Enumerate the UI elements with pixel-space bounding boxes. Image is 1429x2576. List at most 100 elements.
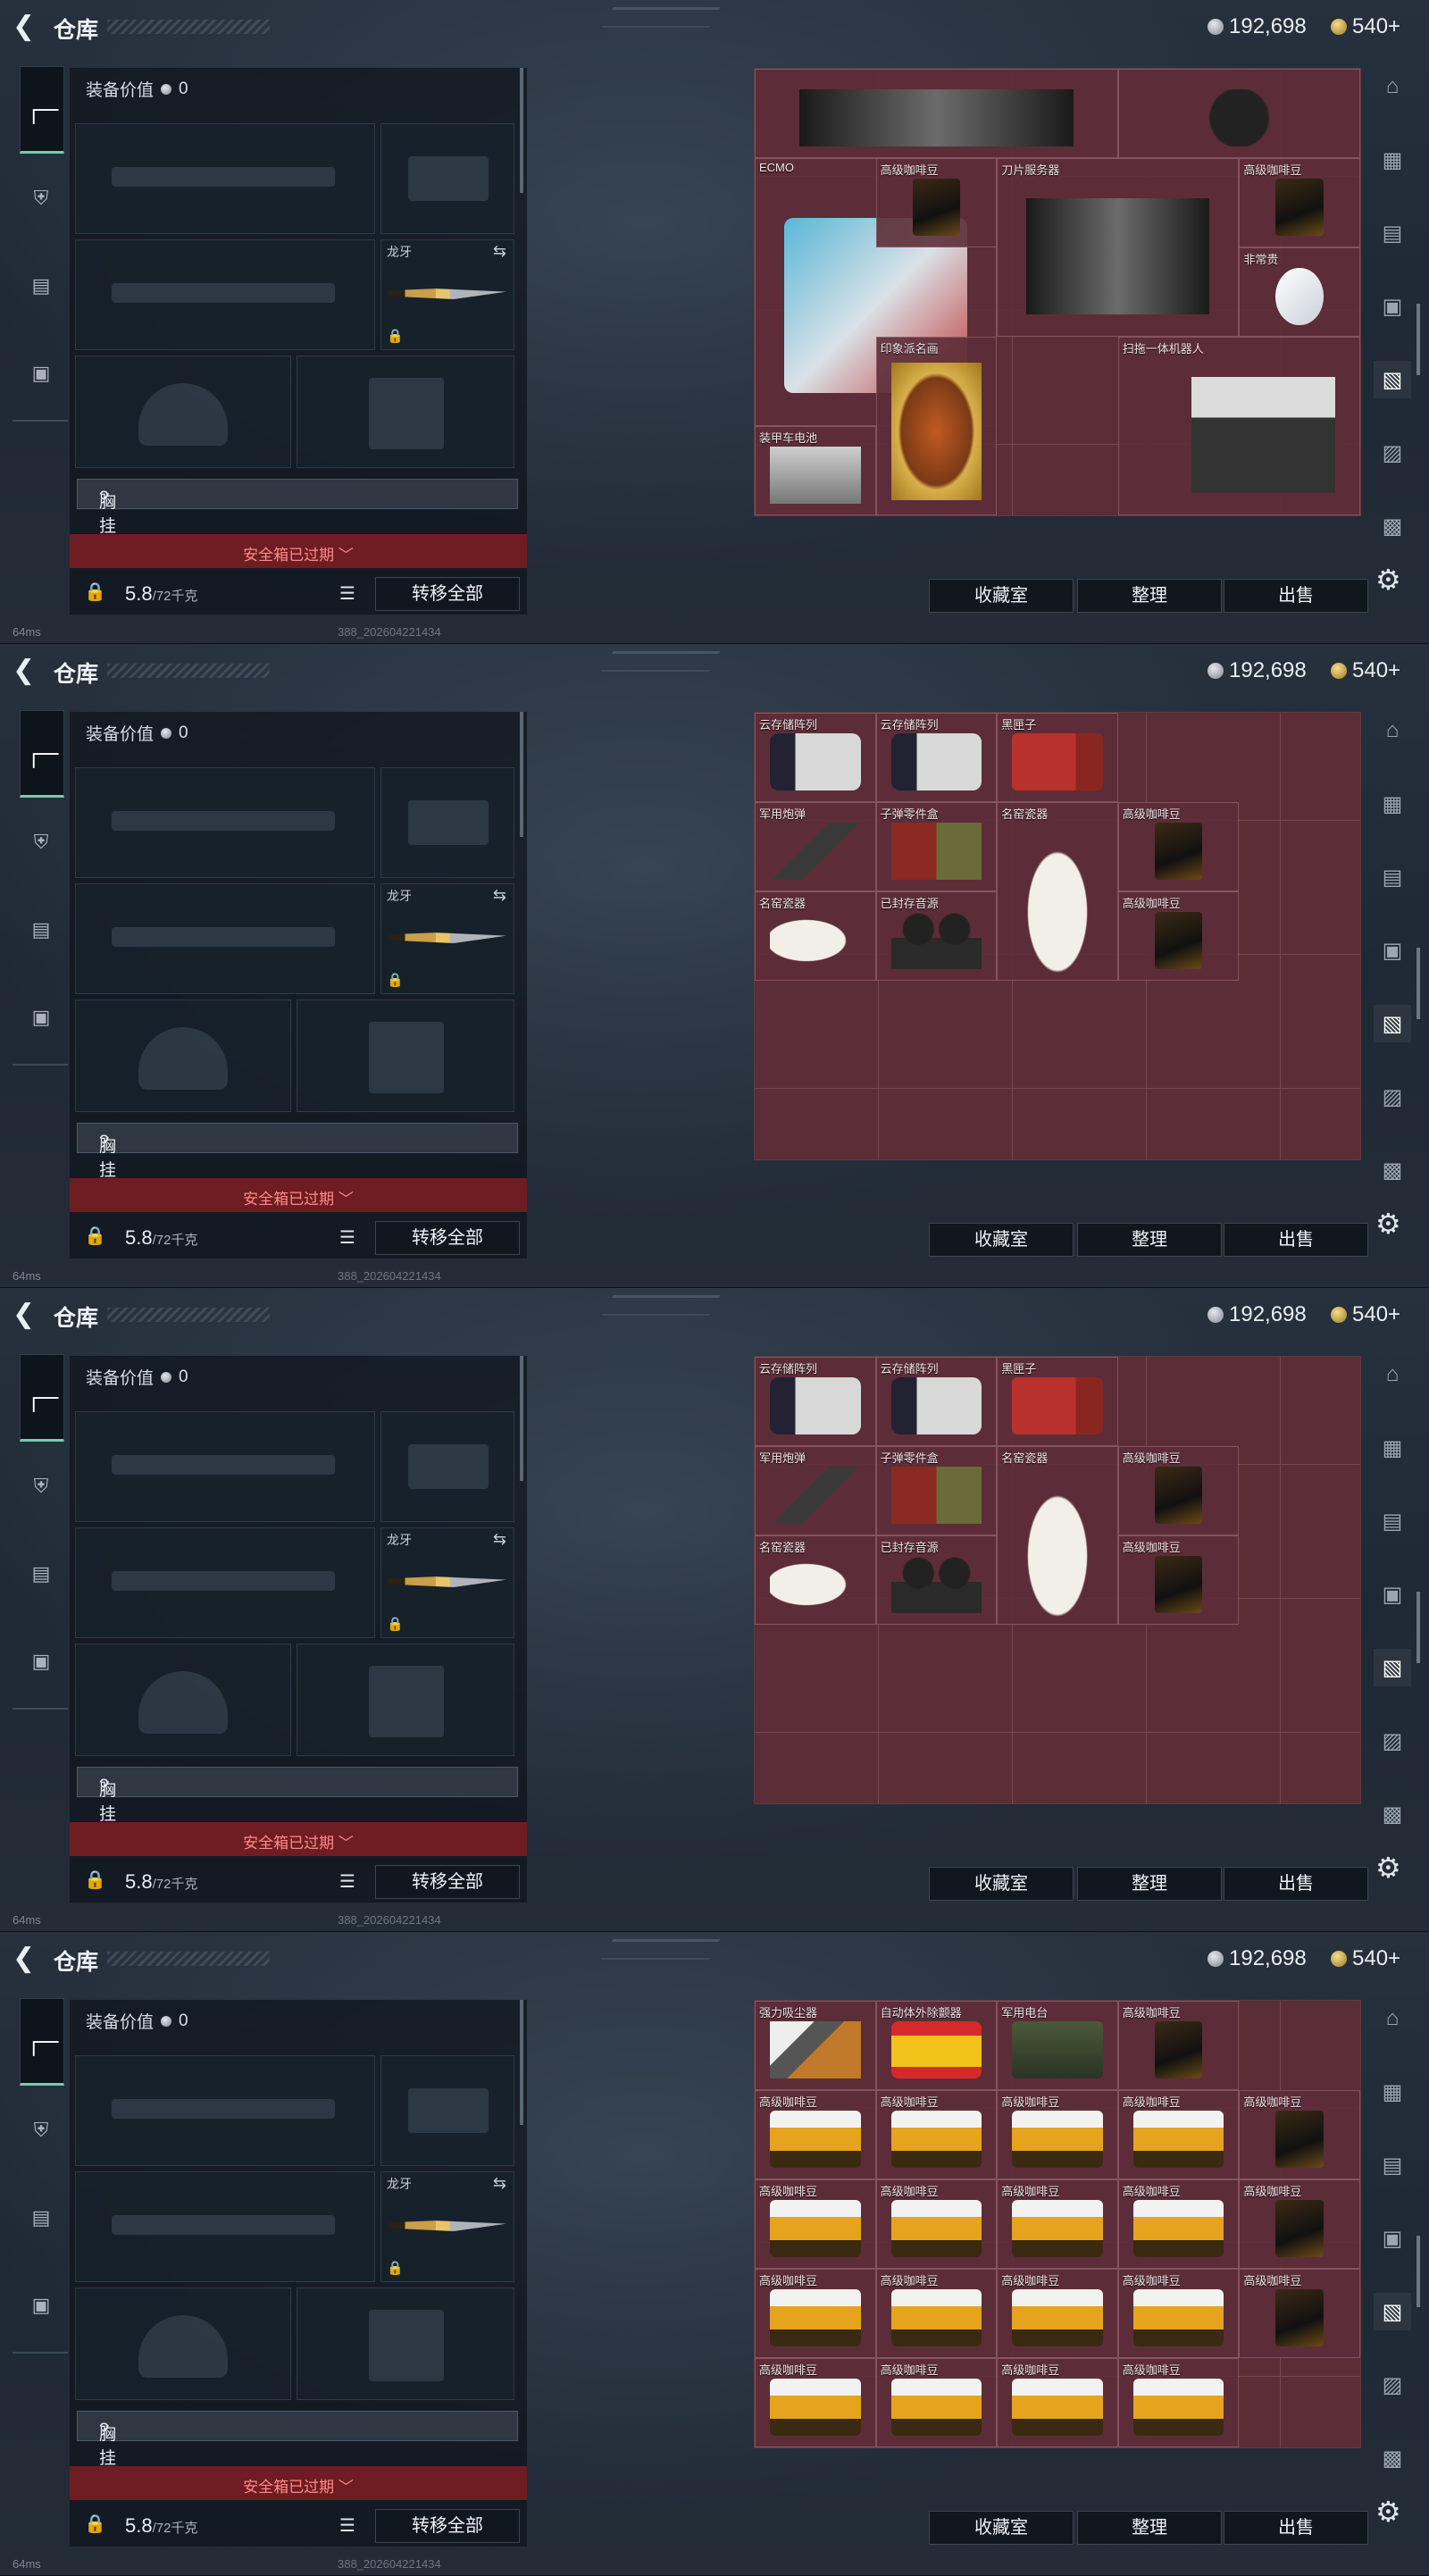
armor-slot[interactable] [297, 1643, 514, 1756]
stash-item[interactable]: 云存储阵列 [875, 1357, 998, 1446]
stash-cell[interactable] [1280, 1357, 1360, 1466]
swap-icon[interactable]: ⇆ [493, 2174, 506, 2193]
stash-cell[interactable] [878, 1088, 1014, 1159]
stash-item[interactable]: 高级咖啡豆 [1117, 891, 1240, 981]
category-all-icon[interactable]: ⌂ [1374, 68, 1411, 105]
list-icon[interactable]: ☰ [339, 1226, 355, 1249]
stash-item[interactable]: 高级咖啡豆 [875, 158, 998, 247]
stash-item[interactable]: 云存储阵列 [875, 713, 998, 802]
sell-button[interactable]: 出售 [1224, 2511, 1368, 2545]
category-tv2-icon[interactable]: ▩ [1374, 1795, 1411, 1833]
backpack-tab[interactable]: ▤ [20, 1552, 63, 1595]
case-tab[interactable]: ▣ [20, 1640, 63, 1683]
stash-cell[interactable] [1280, 713, 1360, 822]
secondary-weapon-slot[interactable] [75, 2171, 375, 2282]
secondary-weapon-slot[interactable] [75, 239, 375, 350]
primary-weapon-slot[interactable] [75, 767, 375, 878]
category-grid-icon[interactable]: ▦ [1374, 2073, 1411, 2111]
category-image-icon[interactable]: ▧ [1374, 2293, 1411, 2330]
collection-button[interactable]: 收藏室 [929, 579, 1074, 613]
helmet-slot[interactable] [75, 355, 291, 468]
backpack-tab[interactable]: ▤ [20, 908, 63, 951]
stash-item[interactable]: 军用电台 [997, 2001, 1118, 2090]
category-tech-icon[interactable]: ▨ [1374, 2366, 1411, 2404]
stash-cell[interactable] [878, 1732, 1014, 1803]
safe-case-expired-bar[interactable]: 安全箱已过期 ﹀ [70, 2466, 527, 2500]
gold-currency[interactable]: 540+ [1331, 1946, 1400, 1971]
stash-item[interactable] [1117, 69, 1360, 158]
category-grid-icon[interactable]: ▦ [1374, 1429, 1411, 1467]
category-all-icon[interactable]: ⌂ [1374, 2000, 1411, 2037]
primary-weapon-slot[interactable] [75, 2055, 375, 2166]
swap-icon[interactable]: ⇆ [493, 1530, 506, 1549]
stash-cell[interactable] [755, 1088, 880, 1159]
safe-case-expired-bar[interactable]: 安全箱已过期 ﹀ [70, 534, 527, 568]
stash-item[interactable]: 已封存音源 [875, 1535, 998, 1625]
armor-tab[interactable]: ⛨ [20, 177, 63, 220]
stash-item[interactable]: 军用炮弹 [755, 1446, 876, 1535]
stash-cell[interactable] [1280, 1088, 1360, 1159]
stash-item[interactable]: 名窑瓷器 [755, 1535, 876, 1625]
sell-button[interactable]: 出售 [1224, 1223, 1368, 1257]
stash-cell[interactable] [1280, 1464, 1360, 1600]
chest-rig-slot[interactable]: 胸挂 ? [77, 1123, 518, 1180]
stash-item[interactable]: 高级咖啡豆 [875, 2179, 998, 2269]
list-icon[interactable]: ☰ [339, 2514, 355, 2537]
category-tech-icon[interactable]: ▨ [1374, 434, 1411, 472]
primary-weapon-slot[interactable] [75, 123, 375, 234]
stash-item[interactable]: 名窑瓷器 [997, 1446, 1118, 1625]
stash-item[interactable]: 高级咖啡豆 [997, 2179, 1118, 2269]
weapon-tab[interactable]: ┌─ [20, 1998, 64, 2086]
list-icon[interactable]: ☰ [339, 1870, 355, 1893]
safe-case-expired-bar[interactable]: 安全箱已过期 ﹀ [70, 1822, 527, 1856]
stash-item[interactable]: 高级咖啡豆 [1239, 2090, 1360, 2179]
category-tv-icon[interactable]: ▤ [1374, 214, 1411, 252]
stash-item[interactable]: 扫拖一体机器人 [1117, 337, 1360, 515]
stash-item[interactable]: 云存储阵列 [755, 713, 876, 802]
stash-item[interactable]: 高级咖啡豆 [875, 2090, 998, 2179]
category-image-icon[interactable]: ▧ [1374, 1005, 1411, 1042]
weapon-tab[interactable]: ┌─ [20, 1354, 64, 1442]
armor-slot[interactable] [297, 355, 514, 468]
stash-tab-scrollbar[interactable] [1416, 1592, 1420, 1663]
stash-item[interactable]: 高级咖啡豆 [1117, 1535, 1240, 1625]
armor-tab[interactable]: ⛨ [20, 821, 63, 864]
category-all-icon[interactable]: ⌂ [1374, 712, 1411, 749]
safe-case-expired-bar[interactable]: 安全箱已过期 ﹀ [70, 1178, 527, 1212]
chest-rig-slot[interactable]: 胸挂 ? [77, 479, 518, 536]
back-arrow-icon[interactable]: ❮ [13, 11, 45, 43]
category-box-icon[interactable]: ▣ [1374, 1576, 1411, 1613]
stash-item[interactable]: 高级咖啡豆 [1239, 2179, 1360, 2269]
stash-item[interactable]: 已封存音源 [875, 891, 998, 981]
stash-cell[interactable] [1012, 1088, 1148, 1159]
category-tv-icon[interactable]: ▤ [1374, 1502, 1411, 1540]
stash-item[interactable]: 名窑瓷器 [755, 891, 876, 981]
stash-item[interactable]: 黑匣子 [997, 713, 1118, 802]
stash-item[interactable]: 高级咖啡豆 [875, 2358, 998, 2447]
back-arrow-icon[interactable]: ❮ [13, 1943, 45, 1975]
category-tv2-icon[interactable]: ▩ [1374, 507, 1411, 545]
stash-item[interactable]: 高级咖啡豆 [755, 2269, 876, 2358]
secondary-weapon-slot[interactable] [75, 883, 375, 994]
category-tv-icon[interactable]: ▤ [1374, 858, 1411, 896]
secondary-weapon-slot[interactable] [75, 1527, 375, 1638]
sort-button[interactable]: 整理 [1077, 1867, 1222, 1901]
weapon-tab[interactable]: ┌─ [20, 710, 64, 798]
stash-item[interactable]: 装甲车电池 [755, 426, 876, 515]
transfer-all-button[interactable]: 转移全部 [375, 1221, 520, 1255]
pistol-slot[interactable] [380, 1411, 514, 1522]
stash-cell[interactable] [1012, 1732, 1148, 1803]
category-tech-icon[interactable]: ▨ [1374, 1722, 1411, 1760]
collection-button[interactable]: 收藏室 [929, 1867, 1074, 1901]
weapon-tab[interactable]: ┌─ [20, 66, 64, 154]
stash-item[interactable]: 高级咖啡豆 [1239, 158, 1360, 247]
sort-button[interactable]: 整理 [1077, 1223, 1222, 1257]
stash-cell[interactable] [1280, 1598, 1360, 1734]
collection-button[interactable]: 收藏室 [929, 1223, 1074, 1257]
pistol-slot[interactable] [380, 767, 514, 878]
stash-item[interactable]: 黑匣子 [997, 1357, 1118, 1446]
stash-cell[interactable] [1280, 2376, 1360, 2447]
stash-item[interactable]: 高级咖啡豆 [1117, 2001, 1240, 2090]
stash-cell[interactable] [1146, 1088, 1282, 1159]
category-tv-icon[interactable]: ▤ [1374, 2146, 1411, 2184]
